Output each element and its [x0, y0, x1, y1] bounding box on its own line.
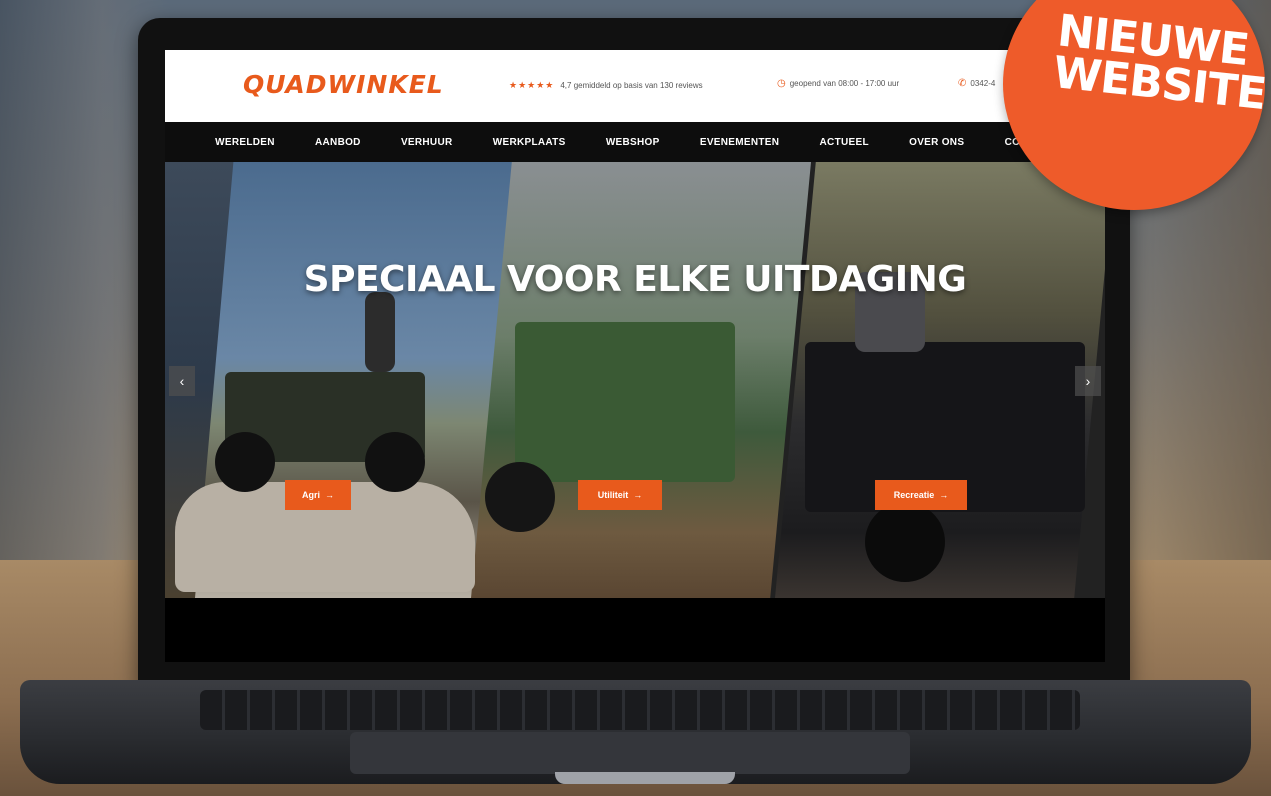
hours-text: geopend van 08:00 - 17:00 uur	[789, 79, 900, 88]
utiliteit-button-label: Utiliteit	[597, 490, 629, 500]
nav-item-over-ons[interactable]: OVER ONS	[909, 137, 964, 148]
slider-next-button[interactable]: ›	[1075, 366, 1101, 396]
nav-item-verhuur[interactable]: VERHUUR	[401, 137, 453, 148]
utility-wheel	[485, 462, 555, 532]
arrow-right-icon: →	[325, 490, 334, 500]
star-icon: ★★★★★	[509, 80, 555, 90]
site-logo[interactable]: QUADWINKEL	[243, 70, 444, 99]
agri-button[interactable]: Agri →	[285, 480, 351, 510]
agri-button-label: Agri	[302, 490, 320, 500]
site-header: QUADWINKEL ★★★★★ 4,7 gemiddeld op basis …	[165, 50, 1105, 122]
hero-slider: SPECIAAL VOOR ELKE UITDAGING Agri → Util…	[165, 162, 1105, 598]
clock-icon: ◷	[777, 78, 786, 89]
nav-item-werkplaats[interactable]: WERKPLAATS	[493, 137, 566, 148]
nav-item-evenementen[interactable]: EVENEMENTEN	[700, 137, 779, 148]
recreatie-button[interactable]: Recreatie →	[875, 480, 967, 510]
laptop-keyboard	[200, 690, 1080, 730]
phone[interactable]: ✆ 0342-4	[958, 78, 995, 89]
arrow-right-icon: →	[633, 490, 643, 500]
laptop-notch	[555, 772, 735, 784]
quad-wheel	[215, 432, 275, 492]
nav-item-aanbod[interactable]: AANBOD	[315, 137, 361, 148]
utiliteit-button[interactable]: Utiliteit →	[578, 480, 662, 510]
quad-wheel	[365, 432, 425, 492]
laptop-trackpad	[350, 732, 910, 774]
opening-hours: ◷ geopend van 08:00 - 17:00 uur	[777, 78, 899, 89]
chevron-left-icon: ‹	[179, 373, 185, 389]
phone-text: 0342-4	[970, 79, 996, 88]
utility-vehicle-image	[515, 322, 735, 482]
slider-prev-button[interactable]: ‹	[169, 366, 195, 396]
recreatie-button-label: Recreatie	[893, 490, 935, 500]
chevron-right-icon: ›	[1085, 373, 1091, 389]
buggy-wheel	[865, 502, 945, 582]
arrow-right-icon: →	[939, 490, 949, 500]
badge-text: NIEUWE WEBSITE	[1051, 5, 1268, 120]
nav-item-actueel[interactable]: ACTUEEL	[820, 137, 869, 148]
main-nav: WERELDEN AANBOD VERHUUR WERKPLAATS WEBSH…	[165, 122, 1105, 162]
rating: ★★★★★ 4,7 gemiddeld op basis van 130 rev…	[509, 80, 703, 91]
rider-image	[365, 292, 395, 372]
laptop-screen: QUADWINKEL ★★★★★ 4,7 gemiddeld op basis …	[165, 50, 1105, 662]
nav-item-werelden[interactable]: WERELDEN	[215, 137, 275, 148]
nav-item-webshop[interactable]: WEBSHOP	[606, 137, 660, 148]
rating-text: 4,7 gemiddeld op basis van 130 reviews	[560, 81, 703, 90]
phone-icon: ✆	[958, 78, 967, 89]
hero-title: SPECIAAL VOOR ELKE UITDAGING	[303, 259, 967, 300]
